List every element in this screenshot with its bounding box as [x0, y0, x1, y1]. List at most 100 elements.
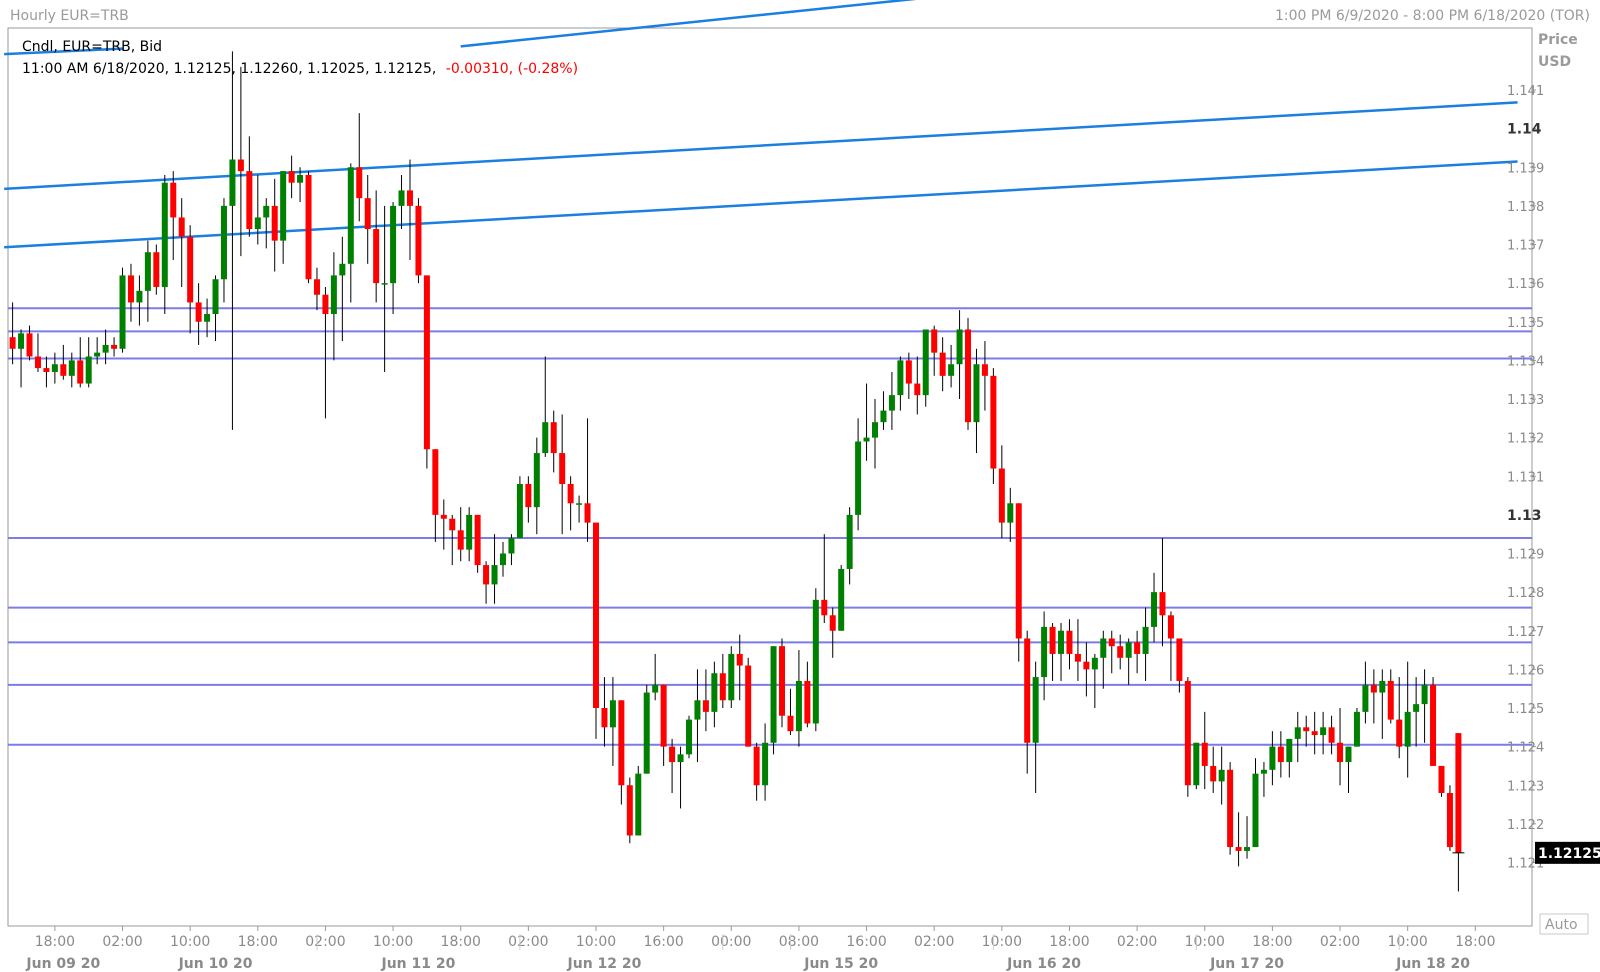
candle-body-up	[948, 364, 955, 376]
candle-body-down	[626, 785, 633, 836]
candle-body-up	[694, 700, 701, 720]
candle-body-down	[584, 503, 591, 523]
plot-frame	[7, 27, 1533, 927]
candle-body-down	[423, 275, 430, 450]
candle-body-down	[1117, 646, 1124, 658]
candle[interactable]	[305, 171, 312, 284]
candle-body-down	[313, 279, 320, 295]
price-tick-label: 1.137	[1507, 239, 1544, 254]
candle[interactable]	[119, 267, 126, 353]
candle-body-down	[237, 159, 244, 172]
legend-change: -0.00310, (-0.28%)	[446, 61, 578, 77]
candle[interactable]	[1430, 677, 1437, 766]
candle[interactable]	[1193, 742, 1200, 790]
candle-body-up	[711, 673, 718, 712]
candle[interactable]	[922, 329, 929, 407]
candle-body-down	[305, 174, 312, 280]
candle[interactable]	[728, 646, 735, 708]
candle-body-down	[745, 665, 752, 747]
candle-body-down	[1134, 642, 1141, 654]
candlestick-chart[interactable]: Hourly EUR=TRB 1:00 PM 6/9/2020 - 8:00 P…	[0, 0, 1600, 972]
candle-body-up	[1345, 746, 1352, 763]
candle[interactable]	[474, 514, 481, 573]
time-tick-label: 16:00	[846, 934, 886, 950]
candle[interactable]	[643, 684, 650, 774]
candle[interactable]	[838, 565, 845, 631]
candle-body-down	[77, 360, 84, 384]
legend-series: Cndl, EUR=TRB, Bid	[22, 39, 162, 55]
candle-body-up	[812, 599, 819, 724]
candle-body-up	[1058, 630, 1065, 654]
candle[interactable]	[1438, 765, 1445, 797]
candle[interactable]	[1353, 708, 1360, 747]
candle-body-down	[415, 205, 422, 276]
candle-body-down	[981, 364, 988, 376]
candle-body-up	[1362, 684, 1369, 712]
candle-body-up	[542, 422, 549, 454]
candle-body-up	[533, 453, 540, 508]
candle[interactable]	[626, 777, 633, 844]
candle-body-down	[1108, 638, 1115, 647]
date-label: Jun 11 20	[381, 956, 456, 972]
candle-body-up	[880, 410, 887, 423]
candle-body-up	[1142, 626, 1149, 654]
candle[interactable]	[592, 522, 599, 739]
price-tick-label: 1.123	[1507, 779, 1544, 794]
candle-body-down	[322, 294, 329, 315]
time-tick-label: 02:00	[508, 934, 548, 950]
time-tick-label: 10:00	[576, 934, 616, 950]
date-label: Jun 18 20	[1395, 956, 1470, 972]
price-tick-label: 1.132	[1507, 432, 1544, 447]
candle[interactable]	[635, 765, 642, 836]
candle-body-down	[457, 530, 464, 550]
candle-body-down	[702, 700, 709, 712]
candle[interactable]	[812, 588, 819, 732]
candle-body-down	[1387, 680, 1394, 720]
candle-body-up	[576, 503, 583, 505]
candle-body-down	[914, 383, 921, 396]
candle-body-down	[43, 368, 50, 372]
candle-body-up	[119, 275, 126, 349]
candle[interactable]	[1015, 503, 1022, 662]
candle[interactable]	[965, 317, 972, 430]
candle[interactable]	[745, 657, 752, 747]
candle[interactable]	[1227, 762, 1234, 855]
price-tick-label: 1.122	[1507, 818, 1544, 833]
price-tick-label: 1.14	[1507, 122, 1542, 138]
candle[interactable]	[770, 646, 777, 755]
candle-body-up	[643, 692, 650, 774]
time-tick-label: 02:00	[305, 934, 345, 950]
candle-body-up	[94, 352, 101, 357]
price-tick-label: 1.136	[1507, 277, 1544, 292]
candle[interactable]	[423, 275, 430, 469]
legend-ohlc-values: 11:00 AM 6/18/2020, 1.12125, 1.12260, 1.…	[22, 61, 436, 77]
candle-body-up	[1100, 638, 1107, 658]
candle-body-down	[829, 615, 836, 631]
candle-body-up	[922, 329, 929, 396]
candle-body-down	[1311, 731, 1318, 736]
date-label: Jun 09 20	[25, 956, 100, 972]
price-axis-title: Price	[1538, 32, 1578, 48]
candle[interactable]	[1184, 677, 1191, 797]
candle-body-up	[888, 395, 895, 411]
candle[interactable]	[516, 476, 523, 539]
candle-body-down	[525, 483, 532, 508]
candle-body-down	[111, 344, 118, 349]
candle[interactable]	[1446, 785, 1453, 851]
candle-body-down	[9, 337, 16, 349]
candle[interactable]	[686, 715, 692, 759]
candle-body-up	[795, 680, 802, 732]
candle-body-up	[212, 279, 219, 315]
time-tick-label: 00:00	[711, 934, 751, 950]
date-label: Jun 10 20	[178, 956, 253, 972]
candle[interactable]	[779, 638, 786, 728]
candle-body-up	[398, 190, 405, 206]
price-tick-label: 1.135	[1507, 316, 1544, 331]
candle[interactable]	[990, 368, 997, 484]
time-tick-label: 02:00	[102, 934, 142, 950]
candle[interactable]	[415, 198, 422, 284]
candle-body-down	[1015, 503, 1022, 639]
time-tick-label: 10:00	[1185, 934, 1225, 950]
candle-body-up	[390, 205, 397, 284]
candle-body-up	[1032, 677, 1039, 743]
